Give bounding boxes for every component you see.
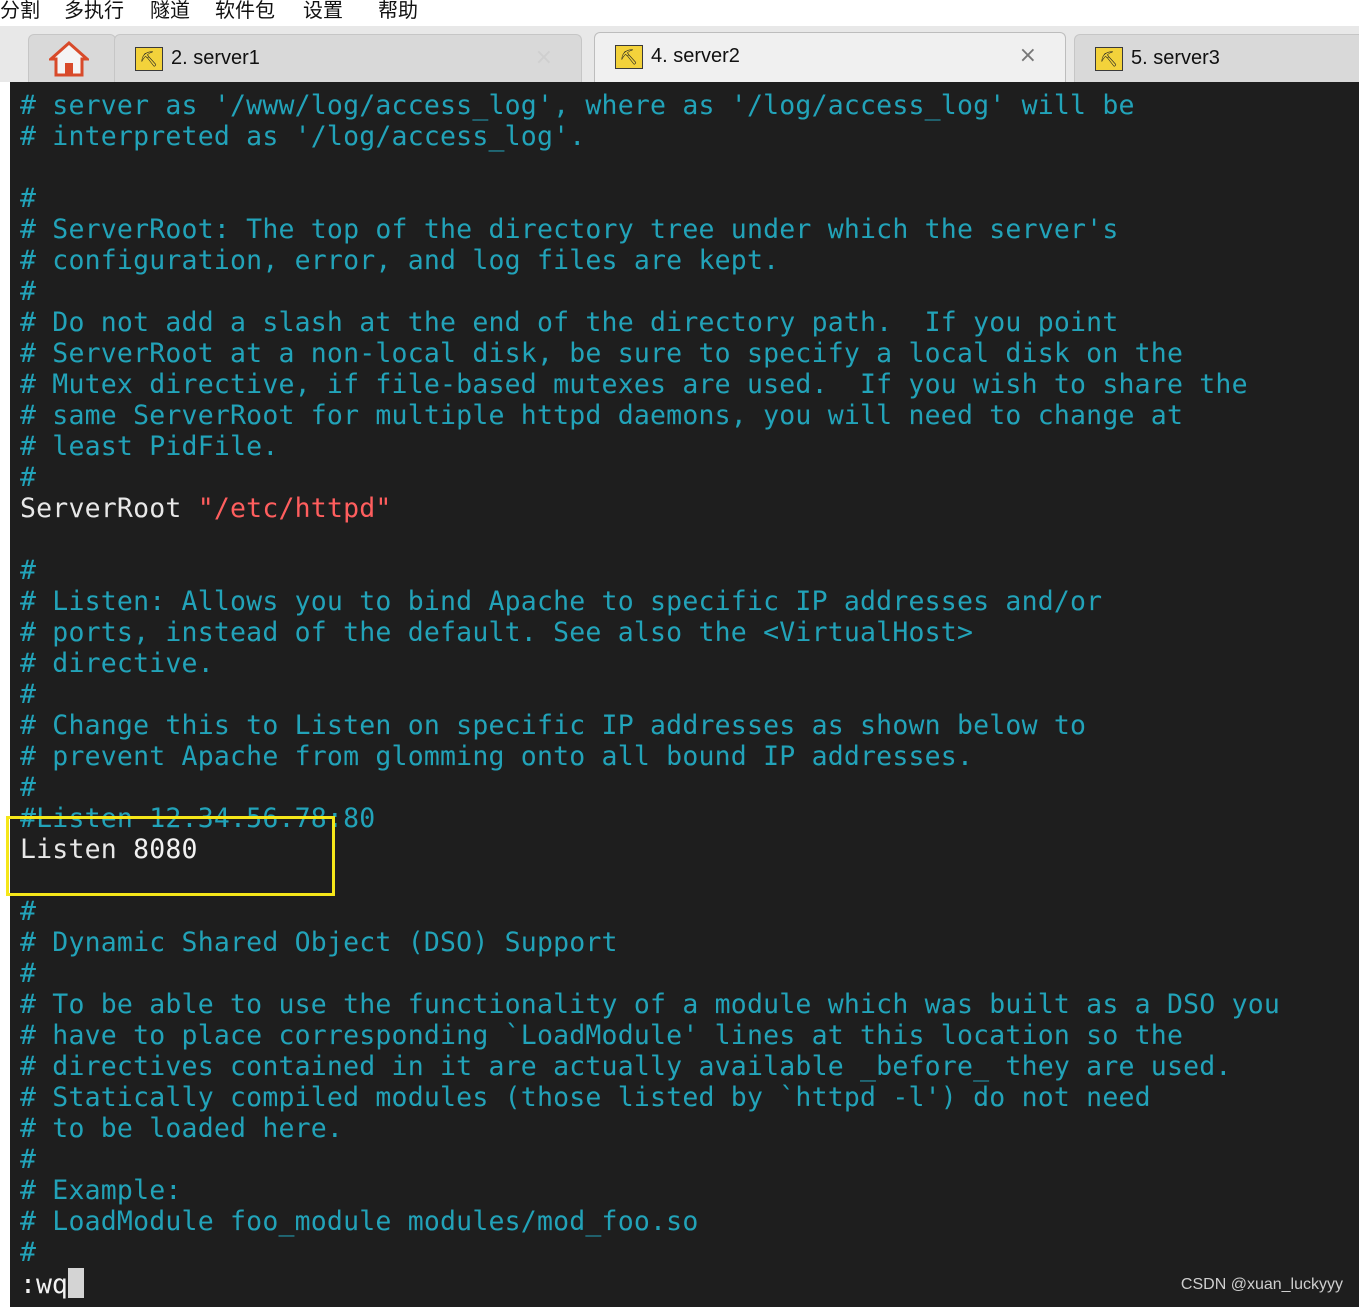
- serverroot-directive: ServerRoot: [20, 493, 182, 524]
- watermark: CSDN @xuan_luckyyy: [1180, 1276, 1343, 1293]
- config-line: # prevent Apache from glomming onto all …: [20, 741, 974, 772]
- config-line: #: [20, 555, 37, 586]
- menu-item-tunnel[interactable]: 隧道: [150, 0, 190, 23]
- listen-line: Listen 8080: [20, 834, 1350, 865]
- config-line: # Listen: Allows you to bind Apache to s…: [20, 586, 1103, 617]
- tab-server3[interactable]: ⛏ 5. server3: [1074, 34, 1359, 82]
- config-line: #: [20, 276, 37, 307]
- config-line: # Example:: [20, 1175, 182, 1206]
- menu-bar: 分割 多执行 隧道 软件包 设置 帮助: [0, 0, 1359, 26]
- key-icon: ⛏: [1095, 47, 1123, 71]
- home-icon: [49, 41, 89, 77]
- close-icon[interactable]: ×: [535, 45, 553, 70]
- close-icon[interactable]: ×: [1019, 43, 1037, 68]
- config-line: #: [20, 772, 37, 803]
- config-line: # Mutex directive, if file-based mutexes…: [20, 369, 1248, 400]
- config-line: # To be able to use the functionality of…: [20, 989, 1281, 1020]
- config-line: # least PidFile.: [20, 431, 279, 462]
- tab-home[interactable]: [28, 34, 116, 82]
- config-line: # have to place corresponding `LoadModul…: [20, 1020, 1184, 1051]
- config-line: # directives contained in it are actuall…: [20, 1051, 1232, 1082]
- config-line: # directive.: [20, 648, 214, 679]
- menu-item-settings[interactable]: 设置: [303, 0, 343, 23]
- config-line: #: [20, 1144, 37, 1175]
- tab-label: 4. server2: [651, 45, 740, 67]
- config-line: # Do not add a slash at the end of the d…: [20, 307, 1119, 338]
- config-line: [20, 865, 1350, 896]
- config-line: # ports, instead of the default. See als…: [20, 617, 974, 648]
- tab-label: 2. server1: [171, 47, 260, 69]
- config-line: #: [20, 679, 37, 710]
- config-line: # interpreted as '/log/access_log'.: [20, 121, 586, 152]
- listen-port: 8080: [133, 834, 198, 865]
- config-line: #: [20, 462, 37, 493]
- menu-item-packages[interactable]: 软件包: [215, 0, 275, 23]
- listen-directive: Listen: [20, 834, 117, 865]
- config-line: # Dynamic Shared Object (DSO) Support: [20, 927, 618, 958]
- config-line: #: [20, 1237, 37, 1268]
- config-line: #: [20, 896, 37, 927]
- window-edge: [0, 82, 10, 1307]
- config-line: # same ServerRoot for multiple httpd dae…: [20, 400, 1184, 431]
- config-line: # to be loaded here.: [20, 1113, 344, 1144]
- vim-command-line[interactable]: :wq: [20, 1268, 84, 1302]
- config-line: # server as '/www/log/access_log', where…: [20, 90, 1135, 121]
- menu-item-split[interactable]: 分割: [0, 0, 40, 23]
- config-line: # LoadModule foo_module modules/mod_foo.…: [20, 1206, 699, 1237]
- config-line: [20, 524, 1350, 555]
- key-icon: ⛏: [615, 45, 643, 69]
- menu-item-help[interactable]: 帮助: [378, 0, 418, 23]
- serverroot-value: "/etc/httpd": [197, 493, 392, 524]
- config-line: #Listen 12.34.56.78:80: [20, 803, 376, 834]
- menu-item-multi-exec[interactable]: 多执行: [64, 0, 124, 23]
- config-line: #: [20, 958, 37, 989]
- config-line: # Change this to Listen on specific IP a…: [20, 710, 1087, 741]
- serverroot-line: ServerRoot "/etc/httpd": [20, 493, 1350, 524]
- config-line: [20, 152, 1350, 183]
- config-line: # configuration, error, and log files ar…: [20, 245, 780, 276]
- command-text: :wq: [20, 1269, 68, 1300]
- config-line: #: [20, 183, 37, 214]
- tab-server2[interactable]: ⛏ 4. server2 ×: [594, 32, 1066, 82]
- tab-bar: ⛏ 2. server1 × ⛏ 5. server3 ⛏ 4. server2…: [0, 26, 1359, 82]
- tab-server1[interactable]: ⛏ 2. server1 ×: [114, 34, 582, 82]
- config-line: # ServerRoot: The top of the directory t…: [20, 214, 1119, 245]
- text-cursor: [67, 1268, 84, 1298]
- config-line: # ServerRoot at a non-local disk, be sur…: [20, 338, 1184, 369]
- tab-label: 5. server3: [1131, 47, 1220, 69]
- file-content: # server as '/www/log/access_log', where…: [20, 90, 1350, 1268]
- config-line: # Statically compiled modules (those lis…: [20, 1082, 1151, 1113]
- terminal-pane[interactable]: # server as '/www/log/access_log', where…: [0, 82, 1359, 1307]
- key-icon: ⛏: [135, 47, 163, 71]
